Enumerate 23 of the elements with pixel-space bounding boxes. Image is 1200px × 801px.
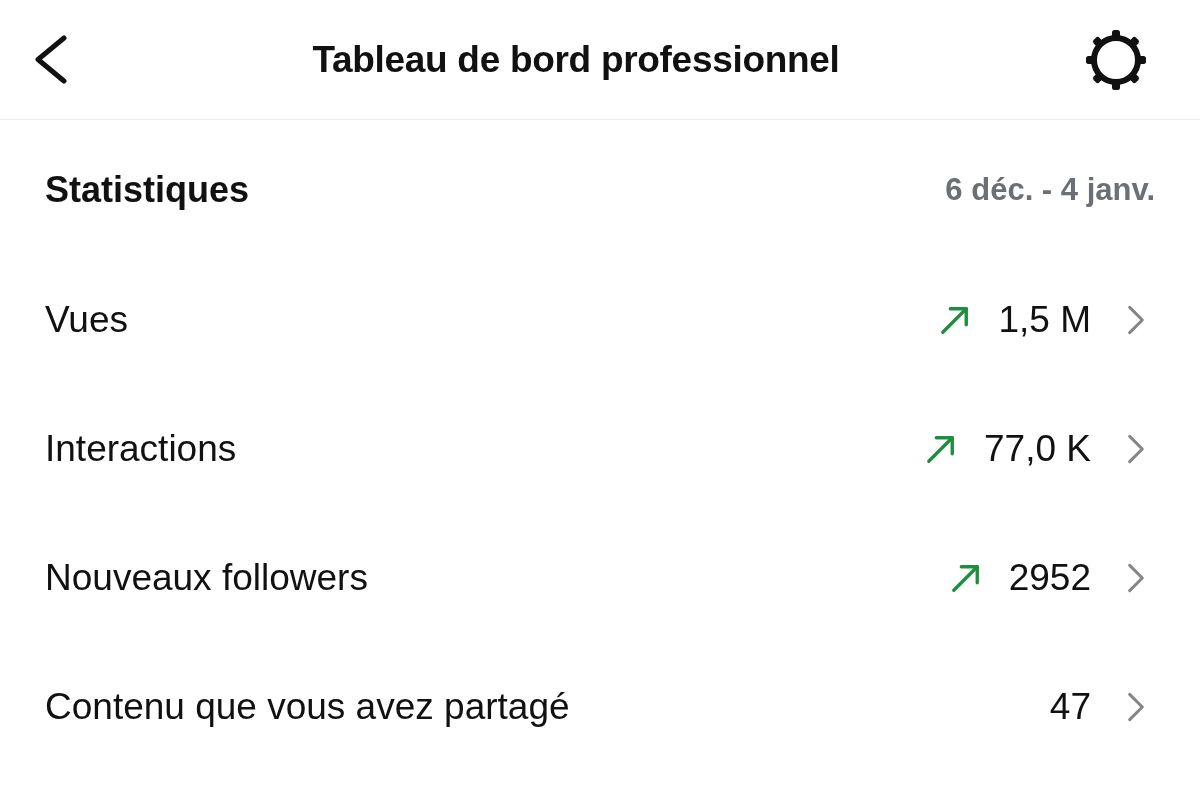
stat-value: 1,5 M (998, 298, 1091, 341)
back-chevron-icon (34, 35, 68, 84)
settings-button[interactable] (1084, 27, 1148, 92)
back-button[interactable] (34, 35, 68, 84)
chevron-right-icon (1127, 303, 1145, 336)
stat-row[interactable]: Vues 1,5 M (45, 255, 1155, 384)
stat-value: 47 (1049, 685, 1091, 728)
date-range: 6 déc. - 4 janv. (945, 172, 1155, 208)
stat-label: Nouveaux followers (45, 556, 368, 599)
stat-label: Vues (45, 298, 128, 341)
chevron-right-icon (1127, 561, 1145, 594)
stat-row[interactable]: Nouveaux followers 2952 (45, 513, 1155, 642)
stat-value: 77,0 K (984, 427, 1091, 470)
stat-label: Contenu que vous avez partagé (45, 685, 570, 728)
section-title: Statistiques (45, 169, 250, 211)
stat-label: Interactions (45, 427, 237, 470)
chevron-right-icon (1127, 432, 1145, 465)
page-title: Tableau de bord professionnel (312, 38, 840, 81)
stat-row[interactable]: Contenu que vous avez partagé 47 (45, 642, 1155, 771)
chevron-right-icon (1127, 690, 1145, 723)
stat-value: 2952 (1008, 556, 1091, 599)
settings-icon (1084, 27, 1148, 92)
stat-row[interactable]: Interactions 77,0 K (45, 384, 1155, 513)
